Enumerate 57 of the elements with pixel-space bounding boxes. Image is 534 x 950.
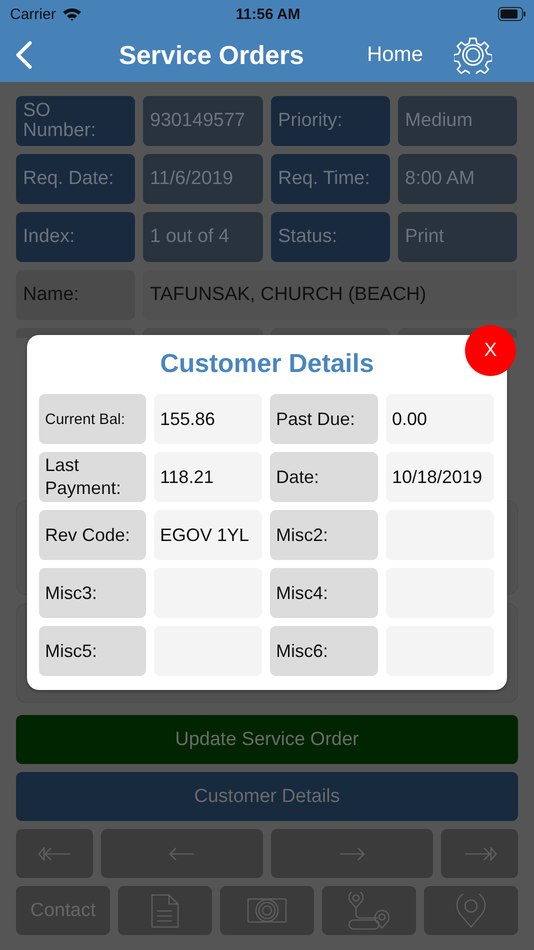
carrier-label: Carrier	[10, 6, 56, 22]
location-pin-icon	[456, 894, 486, 928]
field-value: 8:00 AM	[398, 154, 517, 204]
dialog-title: Customer Details	[160, 347, 374, 379]
first-icon	[38, 846, 72, 860]
home-link[interactable]: Home	[367, 43, 424, 67]
route-button[interactable]	[322, 886, 416, 935]
page-title: Service Orders	[119, 40, 304, 70]
next-button[interactable]	[271, 829, 433, 878]
action-button[interactable]: Update Service Order	[16, 715, 518, 764]
camera-button[interactable]	[220, 886, 314, 935]
field-label: Rev Code:	[39, 510, 146, 560]
last-button[interactable]	[441, 829, 518, 878]
field-label: Misc5:	[39, 626, 146, 676]
document-button[interactable]	[118, 886, 212, 935]
field-label: Req. Date:	[16, 154, 135, 204]
field-value: 155.86	[154, 394, 262, 444]
field-value: 1 out of 4	[143, 212, 263, 262]
field-label: Last Payment:	[39, 452, 146, 502]
battery-icon	[498, 7, 526, 21]
field-value: 0.00	[386, 394, 494, 444]
field-value: 118.21	[154, 452, 262, 502]
field-value: Print	[398, 212, 517, 262]
wifi-icon	[62, 7, 82, 21]
field-value: Medium	[398, 96, 517, 146]
field-label: Index:	[16, 212, 135, 262]
route-icon	[348, 892, 390, 930]
status-time: 11:56 AM	[236, 6, 300, 22]
previous-button[interactable]	[101, 829, 263, 878]
action-button[interactable]: Customer Details	[16, 772, 518, 821]
field-value: 930149577	[143, 96, 263, 146]
first-button[interactable]	[16, 829, 93, 878]
field-value: TAFUNSAK, CHURCH (BEACH)	[143, 270, 517, 320]
field-label: SO Number:	[16, 96, 135, 146]
field-value: 10/18/2019	[386, 452, 494, 502]
camera-icon	[247, 898, 287, 924]
field-value: 11/6/2019	[143, 154, 263, 204]
field-label: Past Due:	[270, 394, 378, 444]
back-icon[interactable]	[16, 41, 32, 69]
arrow-right-icon	[339, 846, 365, 860]
last-icon	[462, 846, 496, 860]
field-label: Current Bal:	[39, 394, 146, 444]
field-value: EGOV 1YL	[154, 510, 262, 560]
field-label: Date:	[270, 452, 378, 502]
field-label: Misc2:	[270, 510, 378, 560]
field-label: Status:	[271, 212, 390, 262]
document-icon	[150, 894, 180, 928]
field-label: Misc3:	[39, 568, 146, 618]
field-label: Priority:	[271, 96, 390, 146]
location-button[interactable]	[424, 886, 518, 935]
field-label: Name:	[16, 270, 135, 320]
field-label: Misc4:	[270, 568, 378, 618]
arrow-left-icon	[169, 846, 195, 860]
settings-icon[interactable]	[454, 36, 492, 74]
field-label: Misc6:	[270, 626, 378, 676]
close-button[interactable]: X	[465, 325, 516, 376]
field-label: Req. Time:	[271, 154, 390, 204]
